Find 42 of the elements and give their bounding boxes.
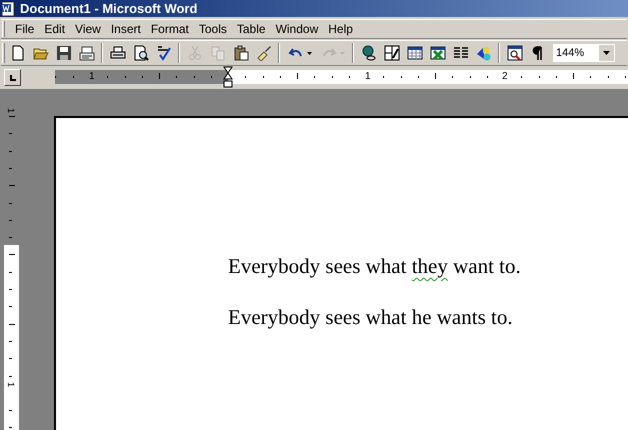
indent-marker-icon[interactable] (223, 66, 233, 88)
table-grid-icon (406, 45, 422, 61)
paste-icon (232, 45, 248, 61)
ruler-number: 1 (6, 108, 15, 113)
ruler-number: 1 (89, 70, 95, 84)
menu-item[interactable]: Table (232, 23, 271, 35)
drawing-shapes-icon (476, 45, 492, 61)
menu-item[interactable]: Insert (106, 23, 146, 35)
envelope-printer-icon (78, 45, 94, 61)
spreadsheet-icon (430, 45, 446, 61)
menu-item[interactable]: Format (146, 23, 194, 35)
printer-icon (110, 45, 126, 61)
dropdown-button[interactable] (599, 45, 614, 61)
copy-icon (210, 45, 226, 61)
caret-icon (306, 52, 312, 54)
spelling-check-icon (156, 45, 172, 61)
document-paragraph: Everybody sees what he wants to. (228, 305, 514, 329)
print-preview-icon (132, 45, 148, 61)
ruler-number: 1 (6, 382, 15, 387)
menu-item[interactable]: Tools (194, 23, 232, 35)
tab-selector[interactable] (4, 69, 21, 86)
menu-item[interactable]: View (70, 23, 106, 35)
menu-item[interactable]: File (10, 23, 40, 35)
paintbrush-icon (256, 45, 272, 61)
menu-item[interactable]: Help (323, 23, 358, 35)
table-pencil-icon (384, 45, 400, 61)
document-w-icon (1, 0, 17, 16)
columns-icon (452, 45, 468, 61)
menu-item[interactable]: Window (270, 23, 324, 35)
scissors-icon (186, 45, 202, 61)
caret-icon (603, 51, 610, 55)
ruler-number: 2 (502, 70, 508, 84)
zoom-value: 144% (556, 46, 584, 61)
left-tab-icon (10, 74, 16, 80)
document-paragraph: Everybody sees what they want to. (228, 254, 522, 278)
document-map-icon (506, 45, 522, 61)
zoom-field[interactable]: 144% (553, 44, 615, 62)
window-title: Document1 - Microsoft Word (20, 2, 198, 15)
globe-link-icon (360, 45, 376, 61)
ruler-number: 1 (365, 70, 371, 84)
new-document-icon (10, 45, 26, 61)
menu-item[interactable]: Edit (39, 23, 70, 35)
